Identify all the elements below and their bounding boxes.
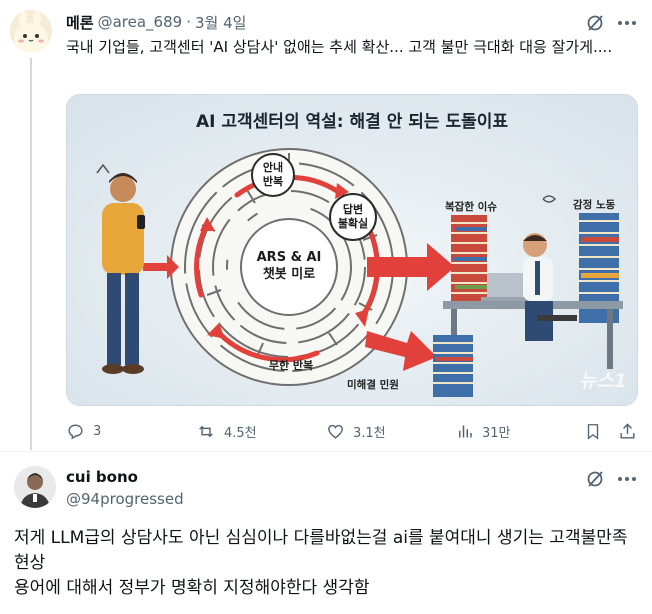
display-name[interactable]: 메론	[66, 12, 94, 33]
tweet-header: 메론 @area_689 · 3월 4일	[66, 12, 246, 32]
reply-text-line-1: 저게 LLM급의 상담사도 아닌 심심이나 다를바없는걸 ai를 붙여대니 생기…	[14, 528, 628, 573]
bookmark-icon	[587, 423, 599, 440]
bookmark-action[interactable]	[584, 420, 610, 442]
repost-action[interactable]: 4.5천	[196, 420, 257, 442]
reply-count: 3	[93, 423, 102, 439]
repost-icon	[199, 425, 213, 437]
like-icon	[328, 424, 343, 439]
infographic-illustration	[67, 95, 637, 405]
label-maze-center: ARS & AI 챗봇 미로	[256, 250, 322, 282]
label-guide-repeat: 안내 반복	[251, 153, 295, 197]
display-name[interactable]: cui bono	[66, 468, 138, 486]
view-count: 31만	[482, 425, 511, 441]
tweet[interactable]: 메론 @area_689 · 3월 4일 국내 기업들, 고객센터 'AI 상담…	[0, 0, 652, 450]
avatar-image	[14, 466, 56, 508]
reply-text: 저게 LLM급의 상담사도 아닌 심심이나 다를바없는걸 ai를 붙여대니 생기…	[14, 526, 638, 601]
infographic-title: AI 고객센터의 역설: 해결 안 되는 도돌이표	[195, 112, 509, 132]
grok-icon[interactable]	[584, 468, 606, 490]
label-emotional-labor: 감정 노동	[573, 199, 616, 211]
thread-line	[30, 58, 32, 450]
label-complex-issue: 복잡한 이슈	[445, 201, 497, 213]
views-action[interactable]: 31만	[456, 420, 511, 442]
reply-action[interactable]: 3	[66, 420, 101, 442]
label-infinite-loop: 무한 반복	[268, 359, 314, 372]
avatar-image	[10, 10, 52, 52]
user-handle[interactable]: @94progressed	[66, 490, 184, 508]
tweet-media-image[interactable]: AI 고객센터의 역설: 해결 안 되는 도돌이표 안내 반복 답변 불확실 A…	[66, 94, 638, 406]
post-date[interactable]: 3월 4일	[195, 12, 246, 33]
avatar[interactable]	[10, 10, 52, 52]
label-unresolved-complaint: 미해결 민원	[347, 379, 399, 391]
news-watermark: 뉴스1	[578, 370, 627, 392]
user-handle[interactable]: @area_689	[98, 13, 183, 31]
share-action[interactable]	[618, 420, 645, 442]
more-icon[interactable]	[614, 12, 640, 34]
tweet-text: 국내 기업들, 고객센터 'AI 상담사' 없애는 추세 확산... 고객 불만…	[66, 38, 613, 56]
repost-count: 4.5천	[224, 425, 257, 441]
reply-tweet[interactable]: cui bono @94progressed 저게 LLM급의 상담사도 아닌 …	[0, 452, 652, 614]
like-action[interactable]: 3.1천	[326, 420, 386, 442]
views-icon	[459, 425, 472, 437]
more-icon[interactable]	[614, 468, 640, 490]
label-uncertain-answer: 답변 불확실	[329, 193, 377, 241]
avatar[interactable]	[14, 466, 56, 508]
separator-dot: ·	[186, 13, 191, 31]
reply-text-line-2: 용어에 대해서 정부가 명확히 지정해야한다 생각함	[14, 578, 370, 598]
share-icon	[620, 422, 635, 439]
like-count: 3.1천	[353, 425, 386, 441]
grok-icon[interactable]	[584, 12, 606, 34]
reply-icon	[68, 423, 83, 440]
